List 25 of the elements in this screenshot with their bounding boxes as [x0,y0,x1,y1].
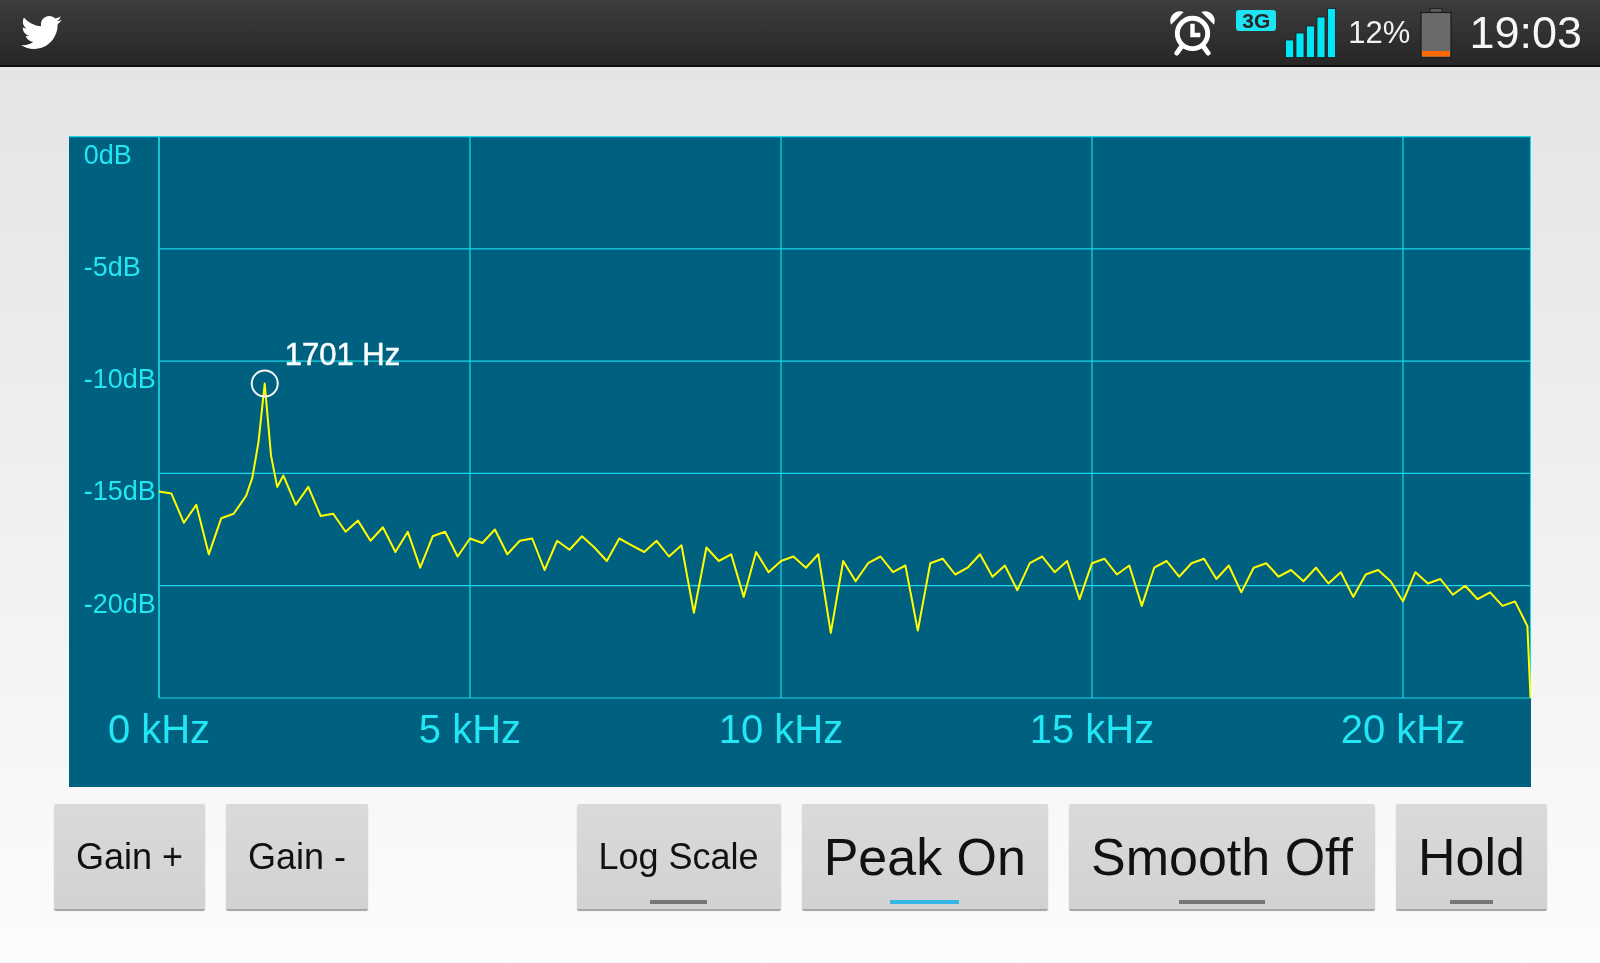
axis-label: 0 kHz [107,707,211,751]
axis-label: -5dB [83,251,141,282]
toggle-button[interactable]: Peak On [801,804,1048,909]
push-button[interactable]: Gain + [54,804,206,909]
axis-label: -20dB [83,588,156,619]
alarm-clock-icon [1168,9,1218,56]
axis-label: 0dB [83,139,132,170]
axis-label: 20 kHz [1340,707,1466,751]
toggle-button[interactable]: Hold [1396,804,1547,909]
battery-icon [1420,7,1453,58]
axis-label: 15 kHz [1029,707,1155,751]
axis-label: -15dB [83,476,156,507]
battery-percent: 12% [1348,17,1411,48]
push-button[interactable]: Gain - [226,804,369,909]
peak-marker-icon [250,369,279,398]
toggle-button[interactable]: Log Scale [576,804,781,909]
axis-label: 10 kHz [718,707,844,751]
toggle-button[interactable]: Smooth Off [1069,804,1376,909]
axis-label: 5 kHz [418,707,522,751]
signal-bars-icon [1285,7,1337,58]
bird-icon [20,15,62,50]
network-badge: 3G [1236,10,1277,31]
clock-time: 19:03 [1469,10,1582,55]
peak-label: 1701 Hz [284,336,401,372]
axis-label: -10dB [83,364,156,395]
